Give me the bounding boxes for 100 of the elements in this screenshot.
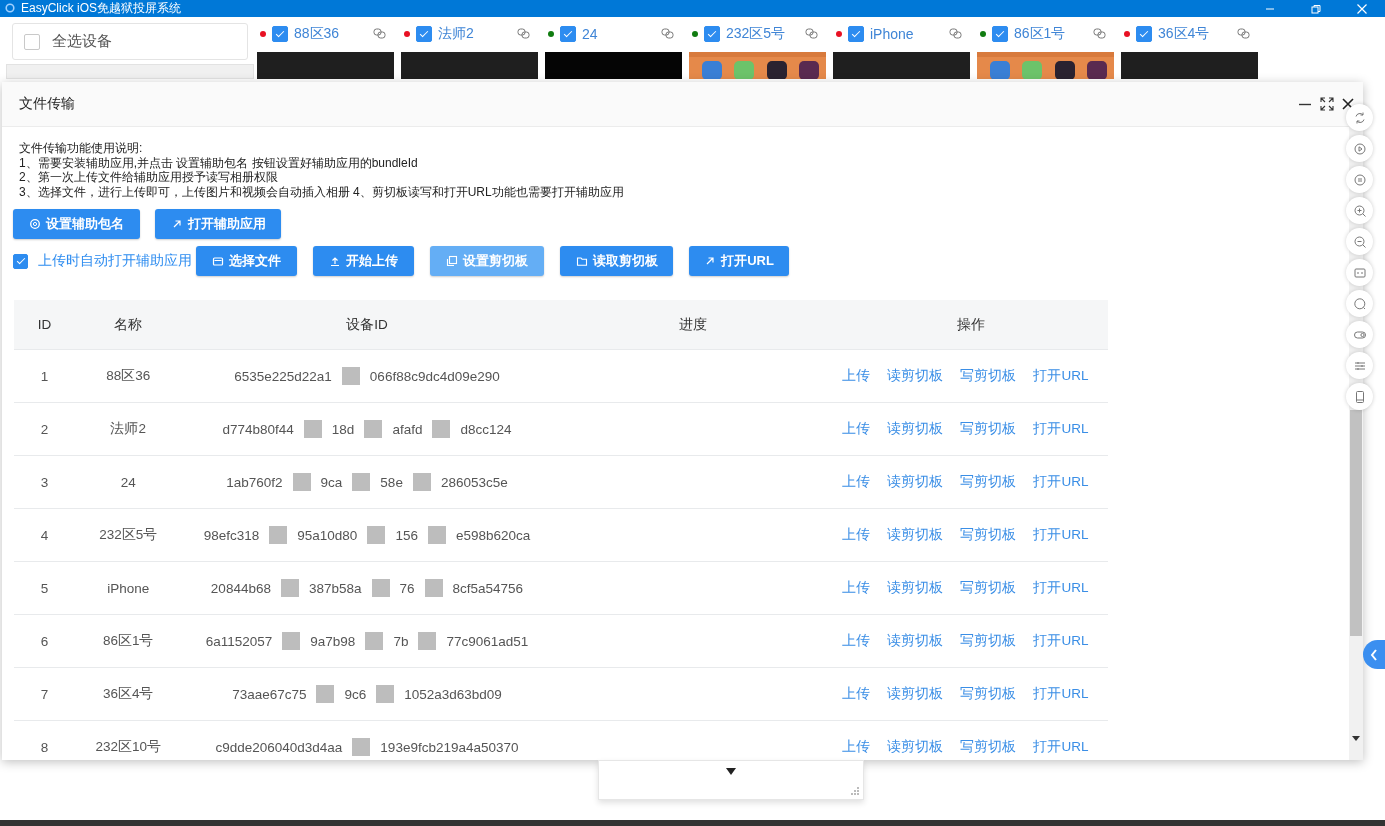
close-button[interactable] (1341, 97, 1355, 111)
button[interactable]: 选择文件 (196, 246, 297, 277)
action-link[interactable]: 写剪切板 (960, 473, 1017, 492)
checkbox[interactable] (13, 253, 28, 269)
resize-grip-icon[interactable] (850, 786, 860, 796)
checkbox[interactable] (848, 26, 864, 43)
device-screen[interactable] (401, 51, 538, 79)
action-link[interactable]: 读剪切板 (887, 526, 944, 545)
action-link[interactable]: 打开URL (1033, 685, 1089, 704)
checkbox[interactable] (416, 26, 432, 43)
action-link[interactable]: 打开URL (1033, 738, 1089, 757)
redaction-block (412, 473, 431, 492)
fullscreen-button[interactable] (1319, 96, 1335, 112)
action-link[interactable]: 上传 (842, 738, 871, 757)
device-name[interactable]: 88区36 (294, 25, 367, 44)
action-link[interactable]: 写剪切板 (960, 579, 1017, 598)
link-icon[interactable] (1093, 28, 1106, 40)
device-name[interactable]: 86区1号 (1014, 25, 1087, 44)
link-icon[interactable] (661, 28, 674, 40)
action-link[interactable]: 上传 (842, 473, 871, 492)
action-link[interactable]: 读剪切板 (887, 738, 944, 757)
instruction-text: 3、选择文件，进行上传即可，上传图片和视频会自动插入相册 4、剪切板读写和打开URL功能也需要打开辅助应用 (19, 184, 625, 200)
device-id-text: 6535e225d22a1 (234, 368, 332, 384)
action-link[interactable]: 写剪切板 (960, 526, 1017, 545)
device-screen[interactable] (833, 51, 970, 79)
action-link[interactable]: 写剪切板 (960, 685, 1017, 704)
link-icon[interactable] (805, 28, 818, 40)
button[interactable]: 开始上传 (313, 246, 414, 277)
checkbox[interactable] (24, 33, 40, 50)
device-id-text: 156 (395, 527, 418, 543)
close-icon[interactable] (1355, 2, 1369, 15)
redaction-block (364, 420, 383, 439)
link-icon[interactable] (1237, 28, 1250, 40)
device-screen[interactable] (1121, 51, 1258, 79)
button[interactable]: 打开URL (689, 246, 789, 277)
checkbox[interactable] (1136, 26, 1152, 43)
action-link[interactable]: 读剪切板 (887, 367, 944, 386)
action-link[interactable]: 上传 (842, 685, 871, 704)
device-screen[interactable] (257, 51, 394, 79)
action-link[interactable]: 上传 (842, 632, 871, 651)
action-link[interactable]: 读剪切板 (887, 632, 944, 651)
action-link[interactable]: 写剪切板 (960, 738, 1017, 757)
action-link[interactable]: 打开URL (1033, 526, 1089, 545)
checkbox[interactable] (272, 26, 288, 43)
action-link[interactable]: 上传 (842, 579, 871, 598)
column-header: 操作 (833, 300, 1108, 350)
instruction-text: 1、需要安装辅助应用,并点击 设置辅助包名 按钮设置好辅助应用的bundleId (19, 155, 419, 171)
table-cell: 232区10号 (74, 720, 182, 760)
chevron-left-icon[interactable] (1370, 648, 1378, 661)
action-link[interactable]: 读剪切板 (887, 473, 944, 492)
action-link[interactable]: 打开URL (1033, 420, 1089, 439)
device-name[interactable]: 法师2 (438, 25, 511, 44)
link-icon[interactable] (949, 28, 962, 40)
action-link[interactable]: 读剪切板 (887, 420, 944, 439)
action-link[interactable]: 读剪切板 (887, 579, 944, 598)
table-cell: 36区4号 (74, 667, 182, 721)
action-link[interactable]: 写剪切板 (960, 420, 1017, 439)
checkbox[interactable] (704, 26, 720, 43)
action-link[interactable]: 上传 (842, 526, 871, 545)
button[interactable]: 打开辅助应用 (155, 209, 281, 240)
column-header: ID (14, 300, 75, 350)
instruction-text: 文件传输功能使用说明: (19, 141, 144, 156)
action-link[interactable]: 打开URL (1033, 367, 1089, 386)
action-link[interactable]: 打开URL (1033, 473, 1089, 492)
action-link[interactable]: 写剪切板 (960, 367, 1017, 386)
device-name[interactable]: 24 (582, 26, 655, 43)
play-icon[interactable] (1351, 140, 1368, 157)
dropdown-caret-icon[interactable] (726, 768, 736, 775)
checkbox[interactable] (992, 26, 1008, 43)
link-icon[interactable] (517, 28, 530, 40)
column-header: 设备ID (181, 300, 553, 350)
action-link[interactable]: 打开URL (1033, 632, 1089, 651)
action-link[interactable]: 写剪切板 (960, 632, 1017, 651)
device-screen[interactable] (545, 51, 682, 79)
scroll-down-icon[interactable] (1352, 736, 1360, 741)
select-all-label: 全选设备 (52, 32, 112, 52)
zoom-in-icon[interactable] (1351, 202, 1368, 219)
table-cell: 4 (14, 508, 75, 562)
button[interactable]: 设置辅助包名 (13, 209, 140, 240)
device-name[interactable]: iPhone (870, 26, 943, 43)
restore-icon[interactable] (1309, 2, 1323, 15)
link-icon[interactable] (373, 28, 386, 40)
folder-icon (575, 255, 588, 268)
scrollbar-thumb[interactable] (1350, 410, 1362, 636)
zoom-out-icon[interactable] (1351, 233, 1368, 250)
device-id-text: 193e9fcb219a4a50370 (380, 739, 519, 755)
action-link[interactable]: 读剪切板 (887, 685, 944, 704)
action-link[interactable]: 上传 (842, 367, 871, 386)
device-id-text: afafd (392, 421, 423, 437)
redaction-block (365, 632, 384, 651)
action-link[interactable]: 打开URL (1033, 579, 1089, 598)
box-icon (212, 255, 224, 268)
checkbox[interactable] (560, 26, 576, 43)
pause-icon[interactable] (1351, 171, 1368, 188)
action-link[interactable]: 上传 (842, 420, 871, 439)
device-name[interactable]: 232区5号 (726, 25, 799, 44)
device-name[interactable]: 36区4号 (1158, 25, 1231, 44)
search-icon[interactable] (1351, 295, 1368, 312)
auto-open-label: 上传时自动打开辅助应用 (38, 252, 192, 271)
button[interactable]: 读取剪切板 (560, 246, 673, 277)
